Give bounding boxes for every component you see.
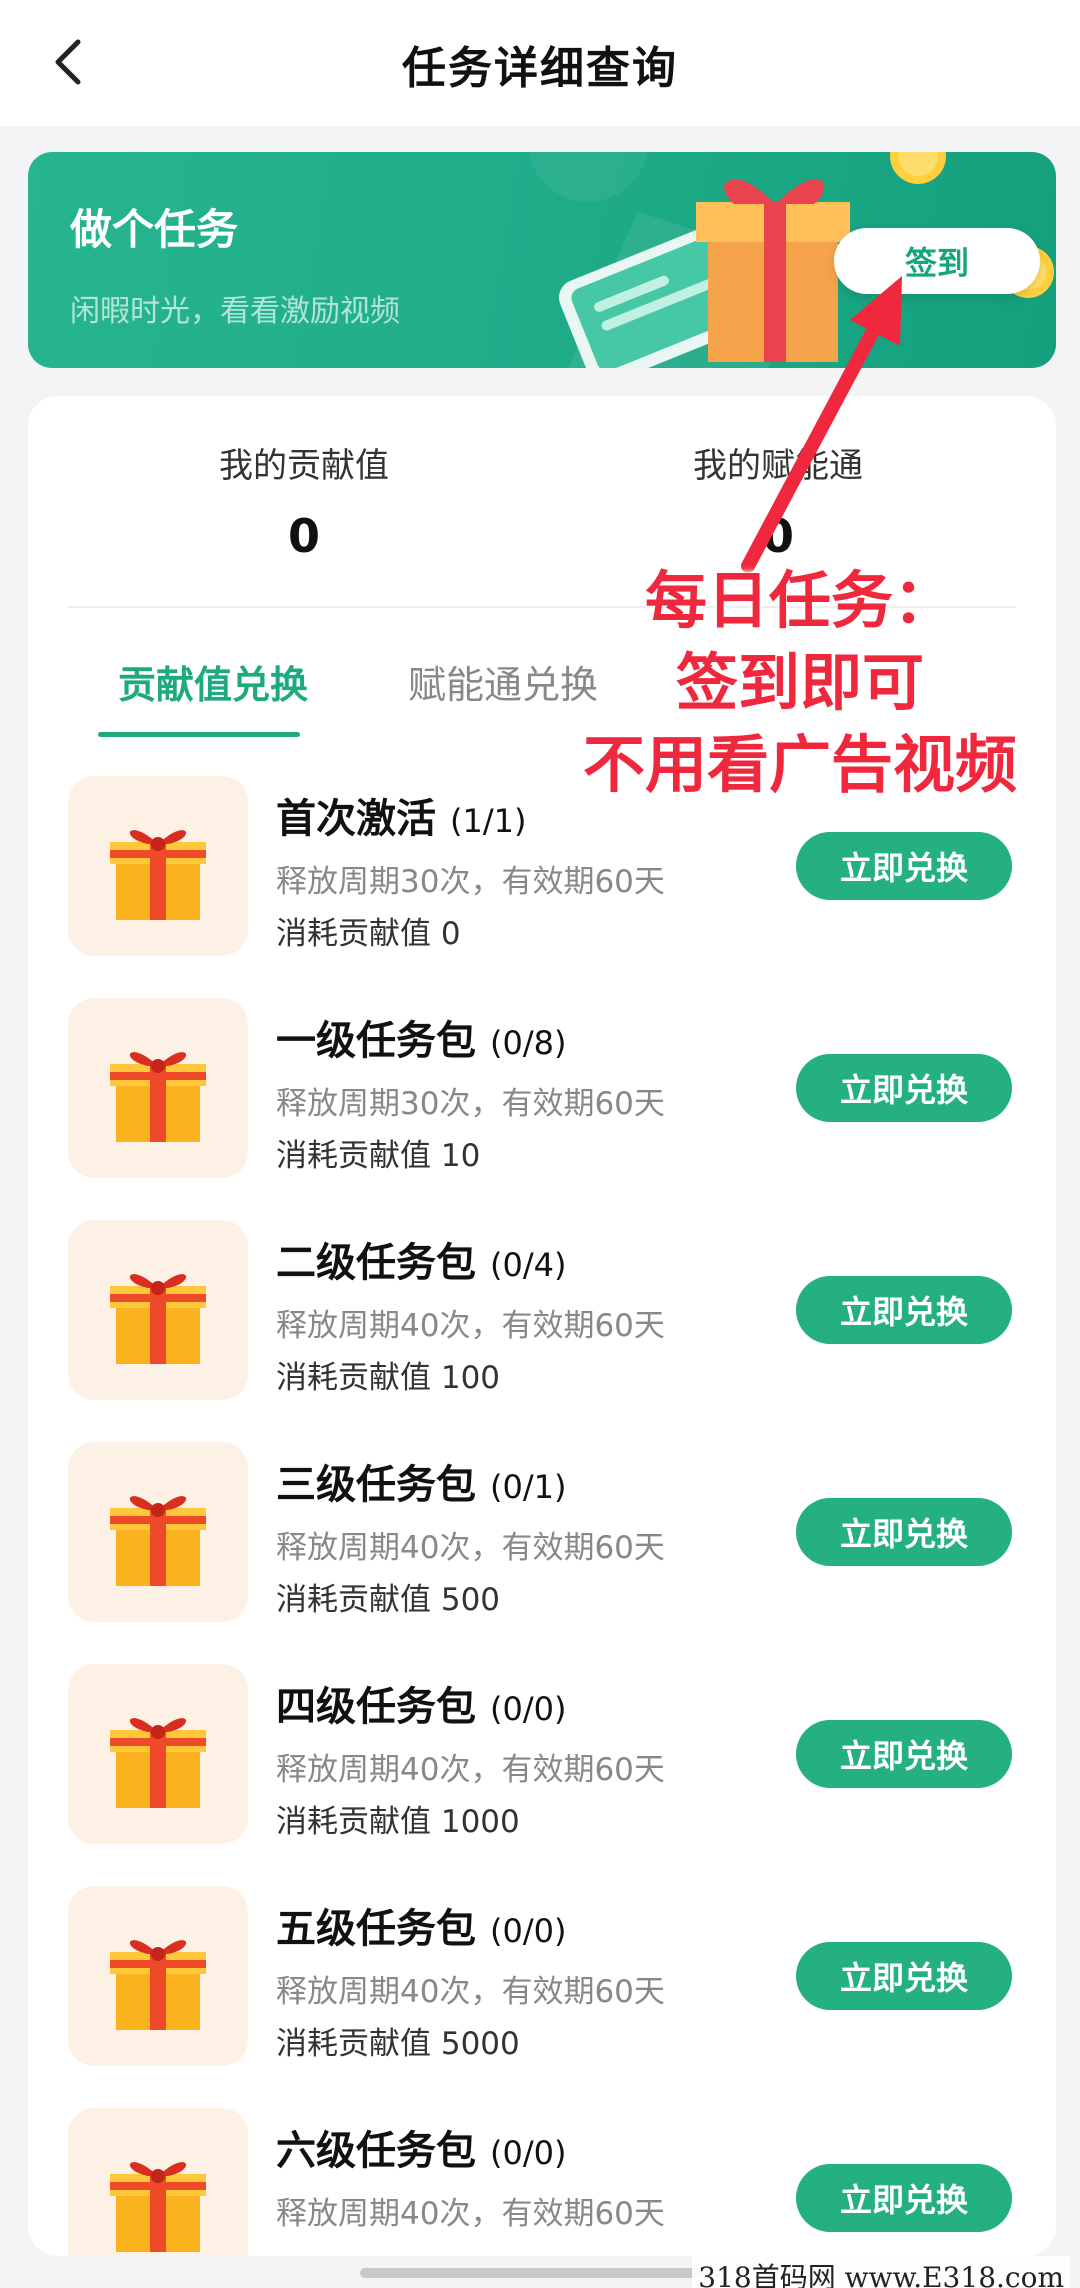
page-title: 任务详细查询 [402,43,678,94]
annotation-line: 每日任务： [644,564,955,637]
redeem-button[interactable]: 立即兑换 [796,1720,1012,1788]
list-item: 一级任务包 (0/8) 释放周期30次，有效期60天 消耗贡献值 10 立即兑换 [68,998,1028,1178]
gift-thumbnail [68,1664,248,1844]
task-count: (0/1) [490,1468,567,1506]
stat-label: 我的贡献值 [219,446,389,486]
annotation-line: 签到即可 [675,646,924,719]
task-description: 释放周期30次，有效期60天 [276,864,665,900]
list-item: 三级任务包 (0/1) 释放周期40次，有效期60天 消耗贡献值 500 立即兑换 [68,1442,1028,1622]
gift-icon [110,1496,206,1586]
contribution-stat: 我的贡献值 0 [134,438,474,563]
redeem-button[interactable]: 立即兑换 [796,1942,1012,2010]
banner-title: 做个任务 [70,205,239,254]
tab-contribution-exchange[interactable]: 贡献值兑换 [118,654,308,709]
task-title: 一级任务包 (0/8) [276,1018,567,1064]
banner-subtitle: 闲暇时光，看看激励视频 [70,294,400,329]
task-description: 释放周期40次，有效期60天 [276,1308,665,1344]
task-title: 六级任务包 (0/0) [276,2128,567,2174]
task-description: 释放周期40次，有效期60天 [276,1752,665,1788]
task-count: (0/0) [490,1690,567,1728]
gift-icon [110,830,206,920]
task-cost: 消耗贡献值 10 [276,1138,481,1174]
gift-thumbnail [68,1886,248,2066]
redeem-button[interactable]: 立即兑换 [796,2164,1012,2232]
task-count: (1/1) [450,802,527,840]
gift-thumbnail [68,2108,248,2256]
gift-thumbnail [68,1442,248,1622]
task-description: 释放周期40次，有效期60天 [276,1974,665,2010]
task-cost: 消耗贡献值 100 [276,1360,501,1396]
task-count: (0/0) [490,2134,567,2172]
gift-icon [110,1940,206,2030]
task-count: (0/8) [490,1024,567,1062]
task-description: 释放周期30次，有效期60天 [276,1086,665,1122]
redeem-button[interactable]: 立即兑换 [796,1054,1012,1122]
gift-thumbnail [68,776,248,956]
gift-icon [110,1718,206,1808]
gift-icon [110,1274,206,1364]
stat-label: 我的赋能通 [693,446,863,486]
task-count: (0/4) [490,1246,567,1284]
list-item: 二级任务包 (0/4) 释放周期40次，有效期60天 消耗贡献值 100 立即兑换 [68,1220,1028,1400]
redeem-button[interactable]: 立即兑换 [796,1498,1012,1566]
task-banner: 做个任务 闲暇时光，看看激励视频 签到 [28,152,1056,368]
gift-icon [110,1052,206,1142]
top-bar: 任务详细查询 [0,0,1080,126]
watermark: 318首码网 www.E318.com [692,2256,1070,2288]
gift-thumbnail [68,998,248,1178]
task-cost: 消耗贡献值 1000 [276,1804,520,1840]
task-description: 释放周期40次，有效期60天 [276,1530,665,1566]
signin-button[interactable]: 签到 [834,228,1040,294]
annotation-text: 每日任务： 签到即可 不用看广告视频 [540,560,1060,806]
home-indicator[interactable] [360,2268,720,2278]
list-item: 六级任务包 (0/0) 释放周期40次，有效期60天 立即兑换 [68,2108,1028,2256]
task-title: 二级任务包 (0/4) [276,1240,567,1286]
list-item: 四级任务包 (0/0) 释放周期40次，有效期60天 消耗贡献值 1000 立即兑… [68,1664,1028,1844]
stat-value: 0 [761,509,794,563]
task-cost: 消耗贡献值 500 [276,1582,501,1618]
task-title: 五级任务包 (0/0) [276,1906,567,1952]
task-cost: 消耗贡献值 0 [276,916,461,952]
annotation-line: 不用看广告视频 [582,728,1017,801]
redeem-button[interactable]: 立即兑换 [796,832,1012,900]
list-item: 五级任务包 (0/0) 释放周期40次，有效期60天 消耗贡献值 5000 立即兑… [68,1886,1028,2066]
task-title: 三级任务包 (0/1) [276,1462,567,1508]
tab-indicator [98,732,300,737]
gift-icon [110,2162,206,2252]
empower-stat: 我的赋能通 0 [608,438,948,563]
redeem-button[interactable]: 立即兑换 [796,1276,1012,1344]
task-title: 四级任务包 (0/0) [276,1684,567,1730]
task-count: (0/0) [490,1912,567,1950]
task-title: 首次激活 (1/1) [276,796,527,842]
task-cost: 消耗贡献值 5000 [276,2026,520,2062]
stat-value: 0 [287,509,320,563]
task-description: 释放周期40次，有效期60天 [276,2196,665,2232]
gift-thumbnail [68,1220,248,1400]
